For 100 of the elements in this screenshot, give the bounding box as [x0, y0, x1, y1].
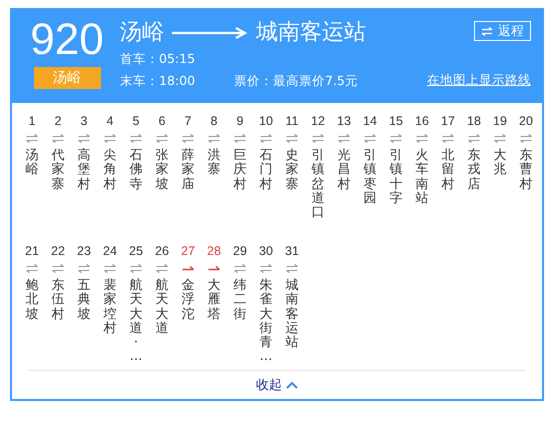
two-way-arrows-icon — [104, 134, 116, 142]
stop-name[interactable]: 东戎店 — [468, 149, 480, 192]
origin-stop: 汤峪 — [120, 19, 164, 47]
stop-name[interactable]: 大雁塔 — [208, 279, 220, 322]
two-way-arrows-icon — [364, 134, 376, 142]
two-way-arrows-icon — [78, 134, 90, 142]
stop-name[interactable]: 北留村 — [442, 149, 454, 192]
two-way-arrows-icon — [234, 134, 246, 142]
stop-number: 6 — [158, 113, 166, 129]
stop-number: 2 — [54, 113, 62, 129]
two-way-arrows-icon — [52, 264, 64, 272]
two-way-arrows-icon — [338, 134, 350, 142]
stop-number: 28 — [207, 243, 221, 259]
stop-number: 29 — [233, 243, 247, 259]
stop-name[interactable]: 汤峪 — [26, 149, 38, 178]
two-way-arrows-icon — [156, 264, 168, 272]
two-way-arrows-icon — [130, 134, 142, 142]
two-way-arrows-icon — [234, 264, 246, 272]
stop-number: 24 — [103, 243, 117, 259]
stop-name[interactable]: 鲍北坡 — [26, 279, 38, 322]
stop-number: 19 — [493, 113, 507, 129]
stop-name[interactable]: 大兆 — [494, 149, 506, 178]
stop-number: 30 — [259, 243, 273, 259]
two-way-arrows-icon — [286, 264, 298, 272]
stop-number: 14 — [363, 113, 377, 129]
stop-number: 23 — [77, 243, 91, 259]
stop-number: 25 — [129, 243, 143, 259]
stop-name[interactable]: 史家寨 — [286, 149, 298, 192]
stop-name[interactable]: 城南客运站 — [286, 279, 298, 350]
stop-name[interactable]: 石佛寺 — [130, 149, 142, 192]
stop-number: 15 — [389, 113, 403, 129]
fare-text: 票价：最高票价7.5元 — [234, 72, 358, 90]
two-way-arrows-icon — [130, 264, 142, 272]
stop-name[interactable]: 东伍村 — [52, 279, 64, 322]
stop-name[interactable]: 航天大道 — [156, 279, 168, 336]
two-way-arrows-icon — [442, 134, 454, 142]
collapse-link[interactable]: 收起 — [256, 376, 298, 394]
stop-number: 13 — [337, 113, 351, 129]
stop-name[interactable]: 裴家埪村 — [104, 279, 116, 336]
two-way-arrows-icon — [416, 134, 428, 142]
stop-name[interactable]: 光昌村 — [338, 149, 350, 192]
stop-name[interactable]: 引镇十字 — [390, 149, 402, 206]
stop-name[interactable]: 薛家庙 — [182, 149, 194, 192]
stop-name[interactable]: 巨庆村 — [234, 149, 246, 192]
stop-number: 10 — [259, 113, 273, 129]
stop-number: 4 — [106, 113, 114, 129]
stop-number: 22 — [51, 243, 65, 259]
stop-name[interactable]: 朱雀大街青… — [260, 279, 272, 365]
two-way-arrows-icon — [104, 264, 116, 272]
one-way-arrow-icon — [208, 265, 220, 271]
stop-name[interactable]: 航天大道·… — [130, 279, 142, 365]
stop-number: 21 — [25, 243, 39, 259]
two-way-arrows-icon — [78, 264, 90, 272]
stop-number: 5 — [132, 113, 140, 129]
stop-name[interactable]: 高堡村 — [78, 149, 90, 192]
stop-name[interactable]: 金浮沱 — [182, 279, 194, 322]
two-way-arrows-icon — [208, 134, 220, 142]
stop-number: 9 — [236, 113, 244, 129]
last-bus-time: 末车：18:00 — [120, 72, 196, 90]
two-way-arrows-icon — [156, 134, 168, 142]
two-way-arrows-icon — [312, 134, 324, 142]
stop-number: 11 — [286, 113, 298, 129]
route-number: 920 — [30, 18, 104, 62]
stop-number: 31 — [285, 243, 299, 259]
stop-number: 12 — [311, 113, 325, 129]
two-way-arrows-icon — [26, 134, 38, 142]
stop-name[interactable]: 火车南站 — [416, 149, 428, 206]
stop-name[interactable]: 代家寨 — [52, 149, 64, 192]
stop-number: 20 — [519, 113, 533, 129]
stop-name[interactable]: 尖角村 — [104, 149, 116, 192]
two-way-arrows-icon — [286, 134, 298, 142]
arrow-icon — [172, 27, 248, 39]
two-way-arrows-icon — [494, 134, 506, 142]
two-way-arrows-icon — [260, 264, 272, 272]
destination-stop: 城南客运站 — [256, 19, 366, 47]
stop-number: 17 — [441, 113, 455, 129]
one-way-arrow-icon — [182, 265, 194, 271]
stop-name[interactable]: 纬二街 — [234, 279, 246, 322]
stop-name[interactable]: 东曹村 — [520, 149, 532, 192]
stop-number: 8 — [210, 113, 218, 129]
two-way-arrows-icon — [468, 134, 480, 142]
stop-name[interactable]: 洪寨 — [208, 149, 220, 178]
two-way-arrows-icon — [520, 134, 532, 142]
stop-name[interactable]: 引镇岔道口 — [312, 149, 324, 220]
two-way-arrows-icon — [390, 134, 402, 142]
terminal-badge: 汤峪 — [34, 67, 100, 89]
stop-name[interactable]: 石门村 — [260, 149, 272, 192]
stop-number: 26 — [155, 243, 169, 259]
two-way-arrows-icon — [182, 134, 194, 142]
two-way-arrows-icon — [52, 134, 64, 142]
stop-name[interactable]: 五典坡 — [78, 279, 90, 322]
two-way-arrows-icon — [26, 264, 38, 272]
stop-number: 18 — [467, 113, 481, 129]
stop-name[interactable]: 引镇枣园 — [364, 149, 376, 206]
swap-icon — [481, 26, 493, 36]
two-way-arrows-icon — [260, 134, 272, 142]
stop-number: 1 — [28, 113, 36, 129]
stop-number: 3 — [80, 113, 88, 129]
stop-number: 27 — [181, 243, 195, 259]
stop-name[interactable]: 张家坡 — [156, 149, 168, 192]
